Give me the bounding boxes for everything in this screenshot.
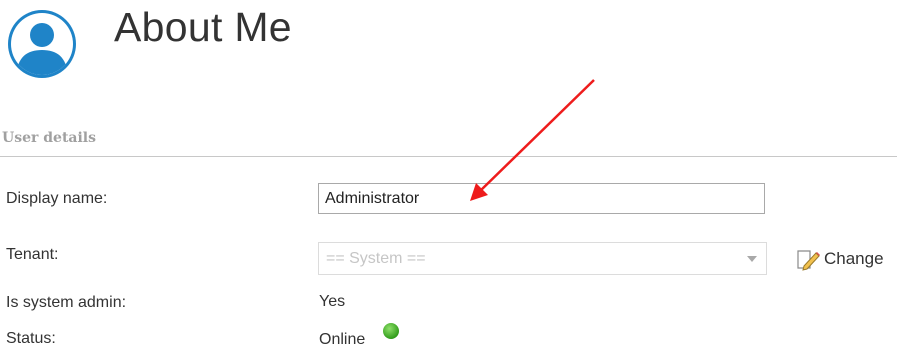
display-name-label: Display name: [6,190,108,207]
tenant-select[interactable]: == System == [318,242,767,275]
status-value: Online [319,331,366,348]
tenant-select-value: == System == [326,250,426,267]
is-system-admin-label: Is system admin: [6,294,127,311]
page-title: About Me [114,4,292,50]
section-divider [0,156,897,157]
about-me-page: About Me User details Display name: Tena… [0,0,897,349]
status-label: Status: [6,330,56,347]
section-title: User details [2,130,97,146]
is-system-admin-value: Yes [319,293,346,310]
change-tenant-button[interactable]: Change [795,246,884,272]
user-avatar-icon [8,10,76,78]
display-name-input[interactable] [318,183,765,214]
status-online-icon [383,323,399,339]
annotation-arrow [470,79,595,201]
change-label: Change [824,249,884,268]
tenant-label: Tenant: [6,246,59,263]
chevron-down-icon [747,256,757,262]
edit-icon [797,250,820,271]
